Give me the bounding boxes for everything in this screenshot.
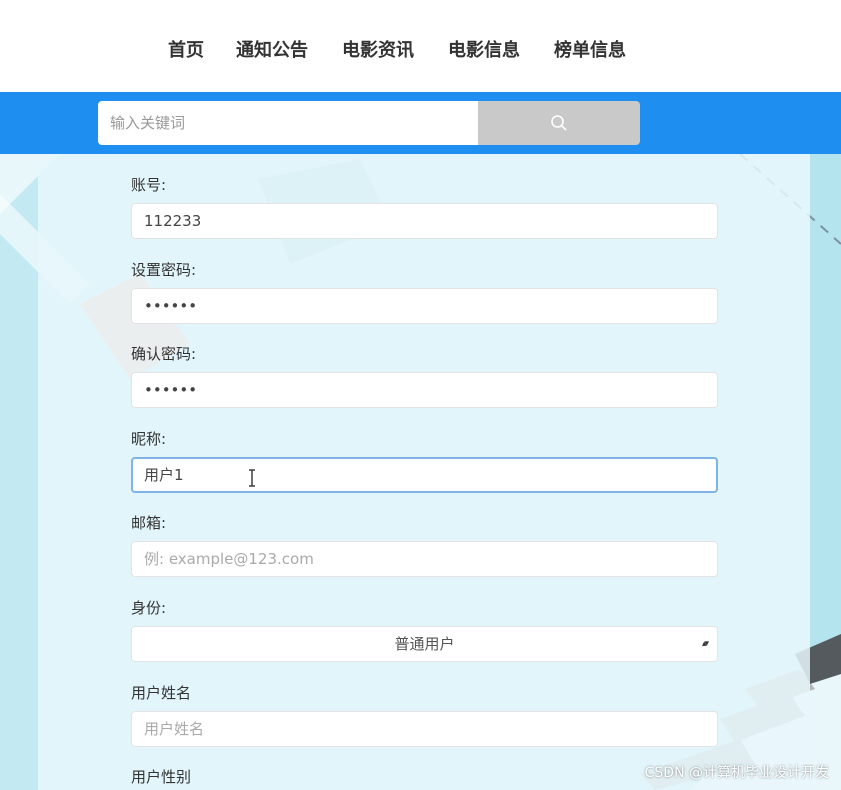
password-field[interactable]: ••••••	[131, 288, 718, 324]
nav-item-movie-news[interactable]: 电影资讯	[342, 36, 414, 62]
top-navigation: 首页 通知公告 电影资讯 电影信息 榜单信息	[0, 0, 841, 92]
search-button[interactable]	[478, 101, 640, 145]
nav-item-home[interactable]: 首页	[168, 36, 204, 62]
email-field[interactable]: 例: example@123.com	[131, 541, 718, 577]
identity-select[interactable]: 普通用户 ▴▾	[131, 626, 718, 662]
watermark: CSDN @计算机毕业设计开发	[644, 765, 829, 781]
real-name-label: 用户姓名	[131, 684, 192, 702]
email-label: 邮箱:	[131, 514, 167, 532]
account-label: 账号:	[131, 176, 167, 194]
password-label: 设置密码:	[131, 261, 197, 279]
nickname-label: 昵称:	[131, 430, 167, 448]
search-bar	[0, 92, 841, 154]
select-arrows-icon: ▴▾	[701, 639, 709, 649]
nickname-field[interactable]: 用户1	[131, 457, 718, 493]
nav-item-notices[interactable]: 通知公告	[236, 36, 308, 62]
identity-label: 身份:	[131, 599, 167, 617]
search-input[interactable]	[98, 101, 478, 145]
confirm-password-label: 确认密码:	[131, 345, 197, 363]
identity-selected-value: 普通用户	[394, 635, 455, 653]
nav-item-movie-info[interactable]: 电影信息	[448, 36, 520, 62]
text-cursor-icon	[249, 469, 255, 487]
confirm-password-field[interactable]: ••••••	[131, 372, 718, 408]
real-name-field[interactable]: 用户姓名	[131, 711, 718, 747]
nav-item-rankings[interactable]: 榜单信息	[554, 36, 626, 62]
gender-label: 用户性别	[131, 768, 192, 786]
account-field[interactable]: 112233	[131, 203, 718, 239]
search-icon	[551, 115, 567, 131]
